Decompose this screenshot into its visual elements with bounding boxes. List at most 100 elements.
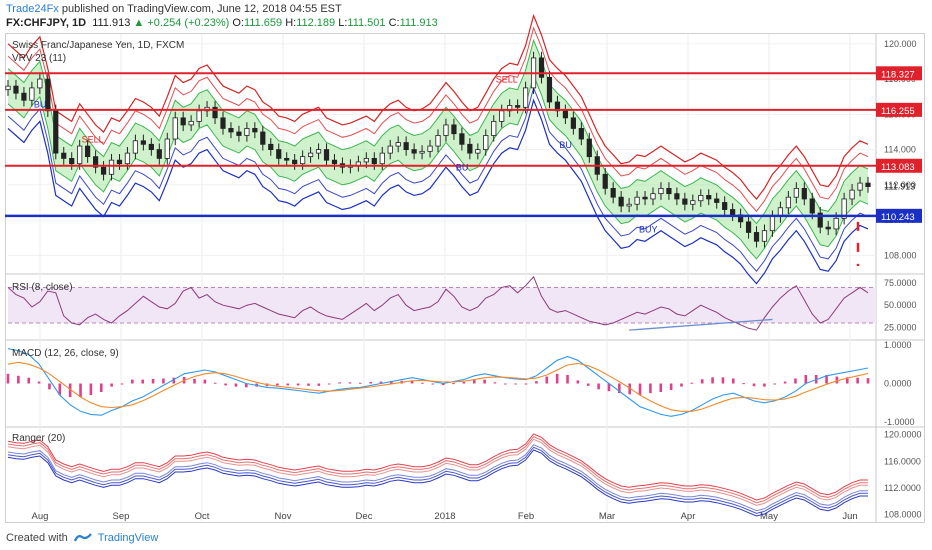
macd-histogram-bar xyxy=(856,377,859,384)
macd-histogram-bar xyxy=(555,373,559,384)
macd-histogram-bar xyxy=(162,378,165,384)
candle-body xyxy=(395,142,401,147)
macd-histogram-bar xyxy=(276,383,279,386)
macd-histogram-bar xyxy=(327,383,331,385)
macd-line xyxy=(7,348,869,417)
month-label: Dec xyxy=(356,511,373,522)
candle-body xyxy=(108,159,115,175)
candle-body xyxy=(284,158,290,161)
macd-histogram-bar xyxy=(452,383,455,385)
ranger-tick-label: 116.0000 xyxy=(884,456,921,466)
candle-body xyxy=(515,105,521,108)
candle-body xyxy=(730,209,736,216)
macd-histogram-bar xyxy=(586,383,590,386)
macd-histogram-bar xyxy=(421,382,424,384)
candle-body xyxy=(140,140,146,145)
candle-body xyxy=(753,232,760,242)
candle-body xyxy=(451,124,457,135)
macd-histogram-bar xyxy=(535,381,538,384)
month-label: Mar xyxy=(599,511,615,522)
macd-tick-label: 1.0000 xyxy=(884,340,912,350)
candle-body xyxy=(785,196,791,209)
candle-body xyxy=(124,152,131,165)
candle-body xyxy=(610,187,616,198)
macd-histogram-bar xyxy=(27,377,31,384)
macd-tick-label: -1.0000 xyxy=(884,417,915,427)
macd-histogram-bar xyxy=(462,381,466,384)
macd-histogram-bar xyxy=(358,382,362,384)
candle-body xyxy=(156,149,162,159)
macd-histogram-bar xyxy=(213,382,217,384)
candle-body xyxy=(411,149,417,154)
candle-body xyxy=(865,182,871,188)
candle-body xyxy=(252,128,258,133)
candle-body xyxy=(761,230,768,242)
macd-histogram-bar xyxy=(193,378,196,384)
macd-histogram-bar xyxy=(763,383,766,387)
candle-body xyxy=(690,200,696,205)
candle-body xyxy=(809,198,815,214)
candle-body xyxy=(300,156,306,165)
ranger-tick-label: 112.0000 xyxy=(884,483,921,493)
macd-histogram-bar xyxy=(504,383,507,385)
macd-histogram-bar xyxy=(317,383,321,386)
candle-body xyxy=(69,158,75,165)
candle-body xyxy=(268,143,274,150)
price-tick-label: 114.000 xyxy=(884,145,916,155)
candle-body xyxy=(849,189,855,200)
candle-body xyxy=(196,110,202,122)
macd-histogram-bar xyxy=(669,383,673,391)
macd-signal-line xyxy=(7,361,869,412)
candle-body xyxy=(236,131,242,136)
candle-body xyxy=(244,128,250,136)
macd-histogram-bar xyxy=(286,383,290,386)
rsi-tick-label: 75.0000 xyxy=(884,278,917,288)
candle-body xyxy=(419,150,425,154)
macd-histogram-bar xyxy=(151,378,155,384)
macd-histogram-bar xyxy=(234,383,238,387)
candle-body xyxy=(363,158,369,163)
candle-body xyxy=(562,110,569,119)
candle-body xyxy=(698,195,704,202)
candle-body xyxy=(379,152,385,165)
candle-body xyxy=(172,117,178,140)
candle-body xyxy=(21,92,27,101)
candle-body xyxy=(371,158,377,165)
rsi-title: RSI (8, close) xyxy=(12,282,73,293)
macd-histogram-bar xyxy=(99,383,103,392)
macd-histogram-bar xyxy=(690,382,694,384)
macd-histogram-bar xyxy=(711,377,714,384)
macd-histogram-bar xyxy=(732,378,735,384)
candle-body xyxy=(626,203,632,207)
macd-histogram-bar xyxy=(89,383,93,396)
candle-body xyxy=(220,117,226,129)
tradingview-brand[interactable]: TradingView xyxy=(98,532,159,544)
level-tag-label: 116.255 xyxy=(881,106,915,117)
level-tag-label: 113.083 xyxy=(881,162,915,173)
candle-body xyxy=(570,117,576,129)
month-label: Feb xyxy=(518,511,534,522)
candle-body xyxy=(618,196,624,207)
level-tag-label: 118.327 xyxy=(881,69,915,80)
macd-histogram-bar xyxy=(224,383,227,386)
macd-histogram-bar xyxy=(141,379,144,384)
candle-body xyxy=(658,187,664,195)
candle-body xyxy=(634,196,640,205)
candle-body xyxy=(403,142,409,150)
signal-annotation: SELL xyxy=(82,135,104,145)
macd-histogram-bar xyxy=(120,383,124,385)
macd-histogram-bar xyxy=(866,378,870,384)
signal-annotation: BU xyxy=(456,163,469,173)
candle-body xyxy=(825,226,831,230)
candle-body xyxy=(116,159,123,165)
month-label: Jun xyxy=(842,511,857,522)
candle-body xyxy=(307,152,314,158)
macd-histogram-bar xyxy=(721,377,725,384)
macd-histogram-bar xyxy=(348,382,352,384)
macd-histogram-bar xyxy=(110,383,113,387)
macd-histogram-bar xyxy=(742,383,745,385)
chart-canvas[interactable]: Aug Sep Oct Nov Dec 2018 Feb Mar Apr May Jun 120.00… xyxy=(0,0,932,550)
candle-body xyxy=(674,193,680,200)
candle-body xyxy=(85,145,91,158)
candle-body xyxy=(546,76,553,103)
